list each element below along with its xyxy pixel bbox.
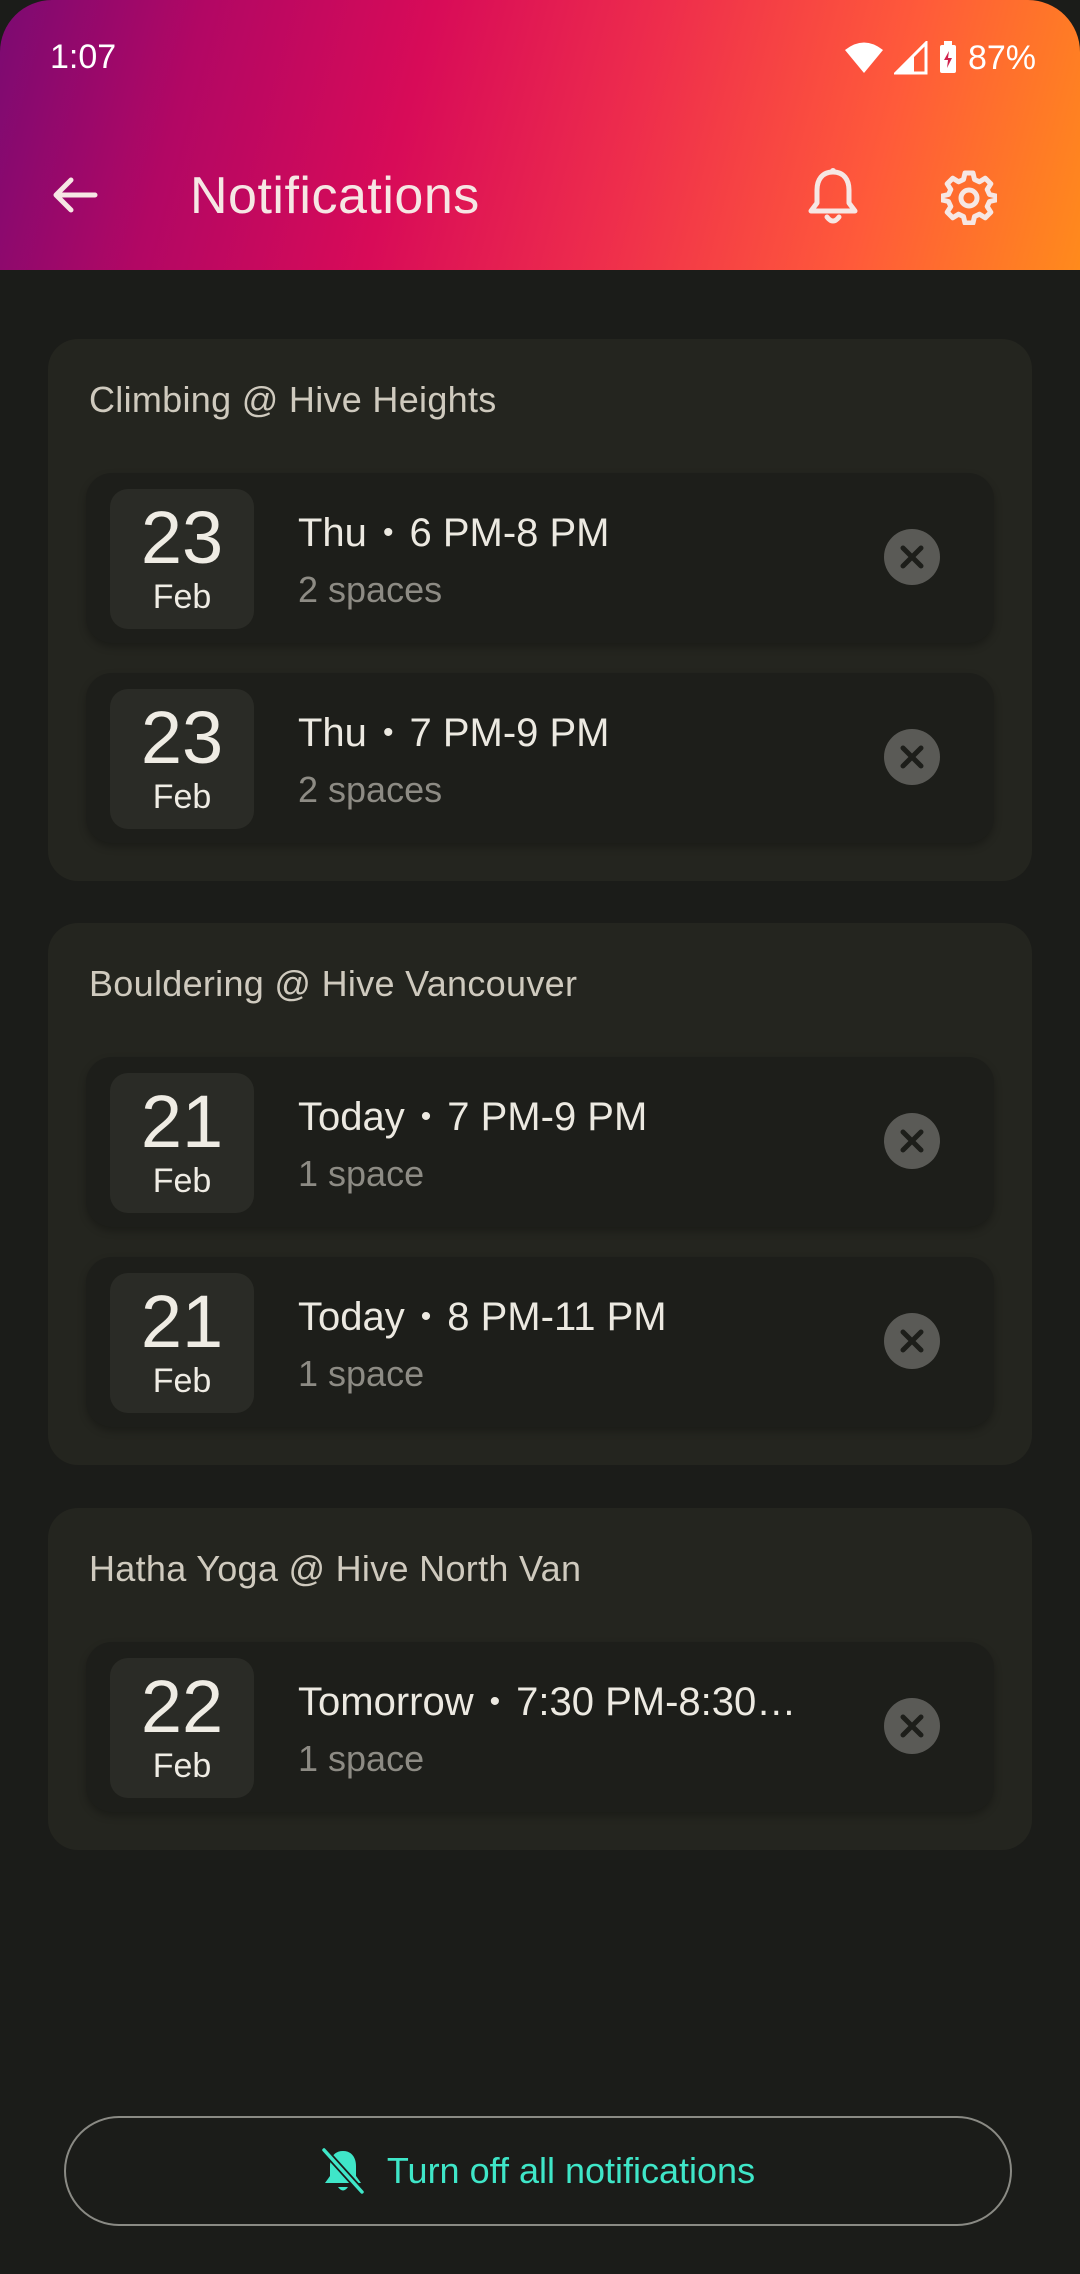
close-icon [900,1329,924,1353]
remove-notification-button[interactable] [884,1698,940,1754]
slot-hours: 7 PM-9 PM [409,711,610,755]
page-title: Notifications [190,167,480,225]
date-badge: 23 Feb [110,489,254,629]
date-month: Feb [152,1747,212,1785]
session-slot[interactable]: 23 Feb Thu • 6 PM-8 PM 2 spaces [86,473,994,643]
session-slot[interactable]: 23 Feb Thu • 7 PM-9 PM 2 spaces [86,673,994,843]
turn-off-all-label: Turn off all notifications [386,2150,756,2191]
date-month: Feb [152,778,212,816]
date-month: Feb [152,578,212,616]
slot-time: Thu • 6 PM-8 PM [298,511,610,555]
slot-spaces: 1 space [298,1153,425,1194]
session-group-yoga: Hatha Yoga @ Hive North Van 22 Feb Tomor… [48,1508,1032,1850]
slot-spaces: 1 space [298,1738,425,1779]
close-icon [900,1129,924,1153]
session-group-climbing: Climbing @ Hive Heights 23 Feb Thu • 6 PM-… [48,339,1032,881]
remove-notification-button[interactable] [884,1113,940,1169]
session-slot[interactable]: 21 Feb Today • 8 PM-11 PM 1 space [86,1257,994,1427]
slot-day: Thu [298,711,367,755]
bell-off-icon [320,2147,365,2195]
remove-notification-button[interactable] [884,729,940,785]
signal-icon [893,41,928,75]
slot-spaces: 2 spaces [298,569,443,610]
remove-notification-button[interactable] [884,1313,940,1369]
slot-day: Today [298,1095,405,1139]
session-group-bouldering: Bouldering @ Hive Vancouver 21 Feb Today… [48,923,1032,1465]
slot-hours: 8 PM-11 PM [447,1295,667,1339]
slot-time: Today • 8 PM-11 PM [298,1295,667,1339]
slot-day: Thu [298,511,367,555]
battery-level: 87% [967,38,1036,77]
turn-off-all-notifications-button[interactable]: Turn off all notifications [64,2116,1012,2226]
slot-hours: 7 PM-9 PM [447,1095,648,1139]
status-icons: 87% [844,36,1036,80]
gear-icon [941,170,997,225]
app-bar: 1:07 87% Notifications [0,0,1080,270]
slot-spaces: 1 space [298,1353,425,1394]
date-day: 21 [140,1280,224,1363]
battery-icon [938,41,958,75]
wifi-icon [844,41,884,75]
date-month: Feb [152,1362,212,1400]
close-icon [900,545,924,569]
slot-day: Tomorrow [298,1680,474,1724]
notifications-bell-button[interactable] [796,160,870,234]
back-button[interactable] [40,160,110,230]
date-day: 21 [140,1080,224,1163]
date-badge: 22 Feb [110,1658,254,1798]
group-title: Climbing @ Hive Heights [89,379,497,420]
date-month: Feb [152,1162,212,1200]
date-day: 23 [140,696,224,779]
group-title: Bouldering @ Hive Vancouver [89,963,578,1004]
bell-icon [808,168,858,224]
back-arrow-icon [53,177,98,213]
settings-button[interactable] [932,160,1006,234]
slot-hours: 6 PM-8 PM [409,511,610,555]
group-title: Hatha Yoga @ Hive North Van [89,1548,582,1589]
status-time: 1:07 [50,38,117,76]
date-badge: 23 Feb [110,689,254,829]
date-badge: 21 Feb [110,1073,254,1213]
session-slot[interactable]: 22 Feb Tomorrow • 7:30 PM-8:30… 1 space [86,1642,994,1812]
slot-time: Today • 7 PM-9 PM [298,1095,648,1139]
close-icon [900,1714,924,1738]
slot-spaces: 2 spaces [298,769,443,810]
slot-hours: 7:30 PM-8:30… [516,1680,797,1724]
close-icon [900,745,924,769]
date-day: 22 [140,1665,224,1748]
date-badge: 21 Feb [110,1273,254,1413]
slot-time: Tomorrow • 7:30 PM-8:30… [298,1680,797,1724]
session-slot[interactable]: 21 Feb Today • 7 PM-9 PM 1 space [86,1057,994,1227]
slot-day: Today [298,1295,405,1339]
slot-time: Thu • 7 PM-9 PM [298,711,610,755]
remove-notification-button[interactable] [884,529,940,585]
date-day: 23 [140,496,224,579]
